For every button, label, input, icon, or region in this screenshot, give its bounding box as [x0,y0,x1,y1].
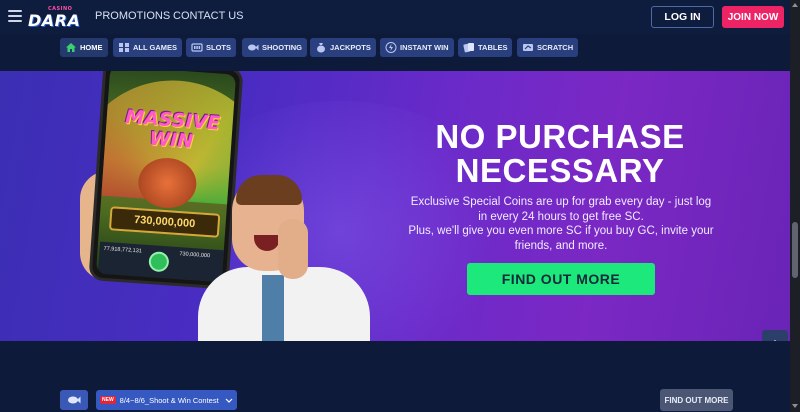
person-shirt [262,275,284,341]
nav-promotions-link[interactable]: PROMOTIONS [95,10,170,22]
top-header: CASINO DARA PROMOTIONS CONTACT US LOG IN… [0,0,790,34]
money-bag-icon [315,42,327,53]
contest-dropdown-label: 8/4~8/6_Shoot & Win Contest [119,395,219,405]
home-icon [65,42,77,53]
category-home[interactable]: HOME [60,38,108,57]
banner-description-line1: Exclusive Special Coins are up for grab … [410,196,712,208]
join-now-button[interactable]: JOIN NOW [722,6,784,28]
category-all-games-label: ALL GAMES [133,43,178,52]
fish-icon [247,42,259,53]
person-hand [278,219,308,279]
banner-description: Exclusive Special Coins are up for grab … [404,195,718,253]
contest-find-out-more-button[interactable]: FIND OUT MORE [660,389,733,411]
chevron-down-icon [225,398,233,403]
promo-banner[interactable]: MASSIVE WIN 730,000,000 77,918,772,131 7… [0,71,790,341]
person-body [198,267,370,341]
category-jackpots[interactable]: JACKPOTS [310,38,376,57]
category-slots-label: SLOTS [206,43,232,52]
banner-description-line4: friends, and more. [514,239,608,252]
cards-icon [463,42,475,53]
category-scratch-label: SCRATCH [537,43,574,52]
page-scrollbar[interactable] [790,0,800,412]
category-slots[interactable]: SLOTS [186,38,237,57]
contest-dropdown[interactable]: NEW 8/4~8/6_Shoot & Win Contest [96,390,237,410]
new-badge: NEW [100,396,116,404]
grid-icon [118,42,130,53]
scratch-card-icon [522,42,534,53]
category-scratch[interactable]: SCRATCH [517,38,579,57]
banner-description-line3: Plus, we'll give you even more SC if you… [408,225,714,237]
login-button[interactable]: LOG IN [651,6,714,28]
phone-game-title: MASSIVE WIN [113,106,232,154]
banner-headline: NO PURCHASE NECESSARY [410,120,710,188]
phone-screen: MASSIVE WIN 730,000,000 77,918,772,131 7… [95,71,237,283]
logo-wordmark: DARA [28,11,81,30]
phone-win-amount: 730,000,000 [108,206,221,238]
category-instant-win[interactable]: INSTANT WIN [380,38,454,57]
category-jackpots-label: JACKPOTS [330,43,371,52]
lightning-icon [385,42,397,53]
banner-headline-line2: NECESSARY [455,152,665,189]
phone-balance: 77,918,772,131 [103,245,142,255]
phone-spin-button [148,251,170,273]
category-tables[interactable]: TABLES [458,38,513,57]
banner-headline-line1: NO PURCHASE [435,118,685,155]
scroll-up-arrow-icon[interactable] [792,2,798,8]
person-hair [236,175,302,205]
phone-illustration: MASSIVE WIN 730,000,000 77,918,772,131 7… [88,71,244,290]
banner-description-line2: in every 24 hours to get free SC. [478,210,644,223]
phone-control-bar: 77,918,772,131 730,000,000 [97,241,224,283]
category-bar: HOME ALL GAMES SLOTS SHOOTING JACKPOTS I… [0,34,790,62]
category-tables-label: TABLES [478,43,508,52]
phone-bet-value: 730,000,000 [179,251,211,260]
scrollbar-thumb[interactable] [792,222,798,278]
shooting-category-button[interactable] [60,390,88,410]
fish-icon [68,396,81,404]
category-shooting[interactable]: SHOOTING [242,38,308,57]
nav-contact-us-link[interactable]: CONTACT US [173,10,244,22]
site-logo[interactable]: CASINO DARA [28,6,80,30]
find-out-more-button[interactable]: FIND OUT MORE [467,263,655,295]
slot-machine-icon [191,42,203,53]
category-shooting-label: SHOOTING [262,43,303,52]
hamburger-menu-icon[interactable] [8,10,22,22]
phone-game-title-line2: WIN [148,127,195,153]
scroll-down-arrow-icon[interactable] [792,403,798,409]
category-instant-win-label: INSTANT WIN [400,43,449,52]
promotions-section: NEW 8/4~8/6_Shoot & Win Contest FIND OUT… [0,341,790,412]
category-all-games[interactable]: ALL GAMES [113,38,183,57]
category-home-label: HOME [80,43,103,52]
